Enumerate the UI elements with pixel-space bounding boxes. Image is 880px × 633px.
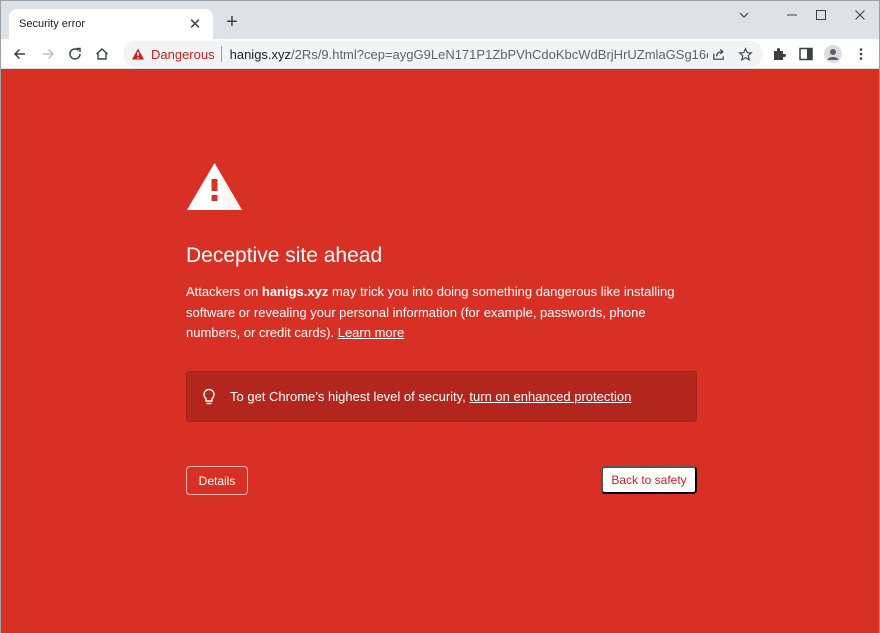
description-prefix: Attackers on (186, 284, 262, 299)
puzzle-icon (774, 48, 786, 60)
close-window-button[interactable] (845, 5, 875, 25)
warning-description: Attackers on hanigs.xyz may trick you in… (186, 282, 701, 344)
browser-window: Security error ✕ + Dangerous hanigs.xyz/… (0, 0, 880, 633)
tab-strip: Security error ✕ + (1, 1, 879, 39)
back-button[interactable] (8, 42, 32, 66)
new-tab-button[interactable]: + (222, 12, 242, 32)
learn-more-link[interactable]: Learn more (338, 325, 404, 340)
tab-security-error[interactable]: Security error ✕ (9, 9, 213, 39)
warning-icon (187, 163, 242, 210)
home-button[interactable] (90, 42, 114, 66)
enhanced-protection-link[interactable]: turn on enhanced protection (469, 389, 631, 404)
extensions-button[interactable] (767, 42, 791, 66)
back-to-safety-button[interactable]: Back to safety (601, 466, 697, 494)
forward-button[interactable] (36, 42, 60, 66)
enhanced-protection-text: To get Chrome’s highest level of securit… (230, 389, 631, 404)
page-title: Deceptive site ahead (186, 244, 383, 267)
address-bar[interactable]: Dangerous hanigs.xyz/2Rs/9.html?cep=aygG… (123, 41, 763, 67)
bookmark-button[interactable] (733, 42, 757, 66)
profile-button[interactable] (821, 42, 845, 66)
enhanced-protection-prefix: To get Chrome’s highest level of securit… (230, 389, 470, 404)
more-vert-icon (859, 48, 863, 60)
menu-button[interactable] (849, 42, 873, 66)
maximize-icon (816, 10, 826, 20)
side-panel-button[interactable] (794, 42, 818, 66)
home-icon (96, 48, 108, 60)
enhanced-protection-promo: To get Chrome’s highest level of securit… (186, 371, 697, 422)
omnibox-divider (220, 46, 222, 62)
site-name: hanigs.xyz (261, 284, 329, 299)
reload-icon (69, 47, 81, 60)
star-icon (737, 46, 753, 61)
safe-browsing-interstitial: Deceptive site ahead Attackers on hanigs… (1, 70, 879, 633)
tab-title: Security error (19, 18, 86, 30)
security-chip-label[interactable]: Dangerous (151, 47, 215, 62)
arrow-right-icon (43, 48, 55, 60)
side-panel-icon (799, 47, 813, 61)
tab-search-button[interactable] (729, 5, 759, 25)
share-button[interactable] (706, 42, 730, 66)
url-text[interactable]: hanigs.xyz/2Rs/9.html?cep=aygG9LeN171P1Z… (230, 47, 708, 62)
avatar (824, 45, 842, 63)
arrow-left-icon (13, 48, 25, 60)
details-button[interactable]: Details (186, 466, 248, 495)
toolbar: Dangerous hanigs.xyz/2Rs/9.html?cep=aygG… (1, 39, 879, 69)
warning-triangle-icon (132, 48, 144, 60)
reload-button[interactable] (63, 42, 87, 66)
close-icon (855, 10, 865, 20)
url-path: /2Rs/9.html?cep=aygG9LeN171P1ZbPVhCdoKbc… (291, 46, 708, 62)
chevron-down-icon (739, 12, 749, 18)
minimize-button[interactable] (777, 5, 807, 25)
close-icon[interactable]: ✕ (187, 16, 203, 33)
share-icon (712, 48, 724, 60)
maximize-button[interactable] (806, 5, 836, 25)
url-host: hanigs.xyz (229, 46, 292, 62)
lightbulb-icon (203, 388, 215, 404)
person-icon (827, 49, 839, 60)
minimize-icon (787, 14, 797, 16)
